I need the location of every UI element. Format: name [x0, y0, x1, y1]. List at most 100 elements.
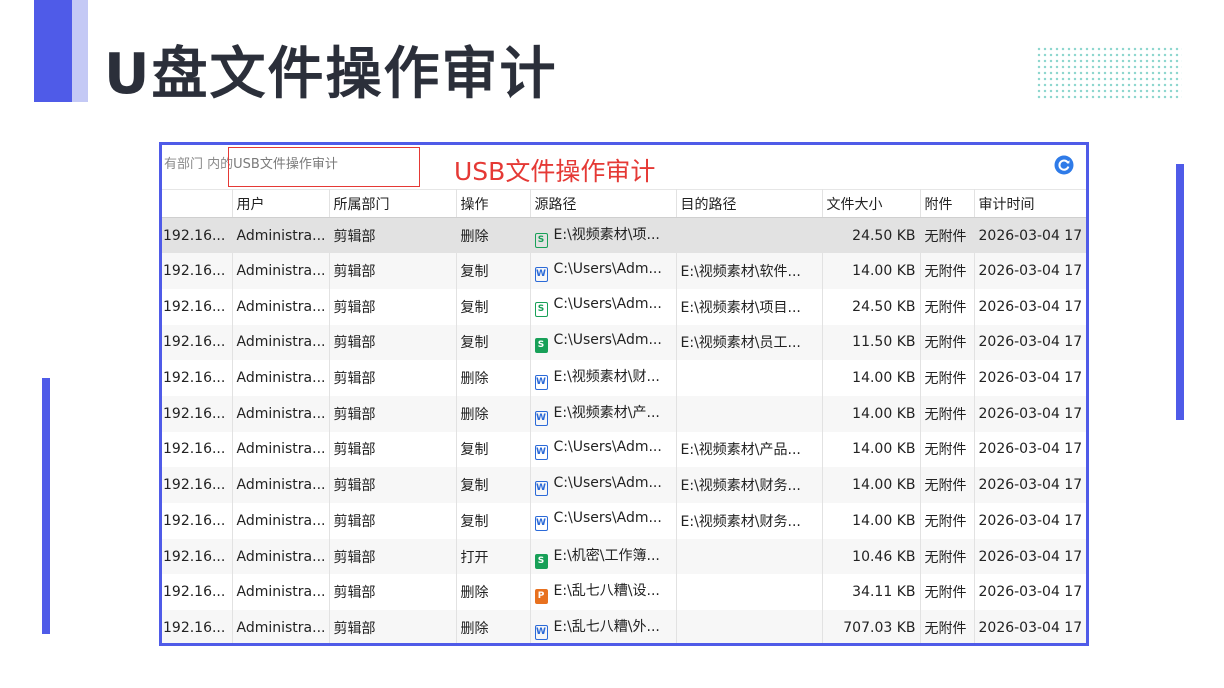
- table-row[interactable]: 192.16... Administra... 剪辑部 复制 W C:\Users\Adm…: [162, 253, 1086, 289]
- spreadsheet-file-icon: S: [534, 553, 548, 569]
- cell-department: 剪辑部: [329, 538, 457, 575]
- table-row[interactable]: 192.16... Administra... 剪辑部 复制 W C:\Users\Adm…: [162, 431, 1086, 468]
- source-path-text: E:\视频素材\产...: [553, 404, 660, 421]
- cell-ip: 192.16...: [162, 538, 233, 575]
- cell-operation: 复制: [456, 503, 531, 539]
- cell-destination-path: E:\视频素材\产品...: [676, 431, 823, 468]
- cell-ip: 192.16...: [162, 360, 233, 396]
- table-row[interactable]: 192.16... Administra... 剪辑部 复制 S C:\Users\Adm…: [162, 324, 1086, 361]
- cell-file-size: 10.46 KB: [822, 538, 921, 575]
- cell-user: Administra...: [232, 395, 330, 432]
- cell-department: 剪辑部: [329, 253, 457, 289]
- cell-attachment: 无附件: [920, 217, 975, 254]
- word-file-icon: W: [534, 266, 548, 282]
- cell-destination-path: [676, 217, 823, 254]
- annotation-label: USB文件操作审计: [454, 157, 656, 186]
- cell-file-size: 14.00 KB: [822, 431, 921, 468]
- cell-destination-path: E:\视频素材\软件...: [676, 253, 823, 289]
- table-row[interactable]: 192.16... Administra... 剪辑部 删除 W E:\视频素材\产...…: [162, 395, 1086, 432]
- cell-file-size: 24.50 KB: [822, 217, 921, 254]
- column-header-file-size[interactable]: 文件大小: [822, 189, 921, 218]
- column-header-user[interactable]: 用户: [232, 189, 330, 218]
- cell-department: 剪辑部: [329, 395, 457, 432]
- word-file-icon: W: [534, 480, 548, 496]
- cell-ip: 192.16...: [162, 431, 233, 468]
- cell-user: Administra...: [232, 431, 330, 468]
- word-file-icon: W: [534, 444, 548, 460]
- cell-source-path: W E:\视频素材\产...: [530, 395, 677, 432]
- cell-operation: 复制: [456, 324, 531, 361]
- cell-ip: 192.16...: [162, 610, 233, 643]
- cell-audit-time: 2026-03-04 17: [974, 253, 1086, 289]
- cell-attachment: 无附件: [920, 467, 975, 503]
- cell-department: 剪辑部: [329, 360, 457, 396]
- table-row[interactable]: 192.16... Administra... 剪辑部 复制 W C:\Users\Adm…: [162, 503, 1086, 539]
- column-header-operation[interactable]: 操作: [456, 189, 531, 218]
- refresh-icon[interactable]: [1054, 155, 1074, 175]
- cell-source-path: W C:\Users\Adm...: [530, 253, 677, 289]
- table-row[interactable]: 192.16... Administra... 剪辑部 删除 P E:\乱七八糟\设...…: [162, 574, 1086, 611]
- cell-ip: 192.16...: [162, 217, 233, 254]
- spreadsheet-file-icon: S: [534, 337, 548, 353]
- cell-source-path: W C:\Users\Adm...: [530, 431, 677, 468]
- source-path-text: E:\机密\工作簿...: [553, 547, 660, 564]
- spreadsheet-file-icon: S: [534, 232, 548, 248]
- cell-source-path: S E:\机密\工作簿...: [530, 538, 677, 575]
- table-row[interactable]: 192.16... Administra... 剪辑部 打开 S E:\机密\工作簿...…: [162, 538, 1086, 575]
- cell-audit-time: 2026-03-04 17: [974, 467, 1086, 503]
- word-file-icon: W: [534, 375, 548, 391]
- source-path-text: C:\Users\Adm...: [553, 296, 662, 313]
- cell-audit-time: 2026-03-04 17: [974, 360, 1086, 396]
- cell-department: 剪辑部: [329, 574, 457, 611]
- cell-ip: 192.16...: [162, 288, 233, 325]
- cell-user: Administra...: [232, 288, 330, 325]
- spreadsheet-file-icon: S: [534, 302, 548, 318]
- column-header-department[interactable]: 所属部门: [329, 189, 457, 218]
- left-accent-bar: [42, 378, 50, 634]
- page-title: U盘文件操作审计: [104, 42, 558, 107]
- table-row[interactable]: 192.16... Administra... 剪辑部 复制 W C:\Users\Adm…: [162, 467, 1086, 503]
- column-header-audit-time[interactable]: 审计时间: [974, 189, 1086, 218]
- column-header-source-path[interactable]: 源路径: [530, 189, 677, 218]
- cell-ip: 192.16...: [162, 324, 233, 361]
- table-row[interactable]: 192.16... Administra... 剪辑部 删除 W E:\视频素材\财...…: [162, 360, 1086, 396]
- cell-operation: 复制: [456, 467, 531, 503]
- cell-operation: 复制: [456, 253, 531, 289]
- cell-attachment: 无附件: [920, 610, 975, 643]
- cell-ip: 192.16...: [162, 253, 233, 289]
- cell-ip: 192.16...: [162, 574, 233, 611]
- cell-source-path: W E:\视频素材\财...: [530, 360, 677, 396]
- cell-file-size: 11.50 KB: [822, 324, 921, 361]
- source-path-text: E:\视频素材\项...: [553, 226, 660, 243]
- cell-department: 剪辑部: [329, 431, 457, 468]
- table-row[interactable]: 192.16... Administra... 剪辑部 删除 S E:\视频素材\项...…: [162, 217, 1086, 254]
- table-header-row: 用户 所属部门 操作 源路径 目的路径 文件大小 附件 审计时间: [162, 189, 1086, 218]
- cell-file-size: 34.11 KB: [822, 574, 921, 611]
- cell-department: 剪辑部: [329, 288, 457, 325]
- column-header-destination-path[interactable]: 目的路径: [676, 189, 823, 218]
- highlight-box: [228, 147, 420, 187]
- cell-attachment: 无附件: [920, 395, 975, 432]
- cell-file-size: 14.00 KB: [822, 253, 921, 289]
- cell-user: Administra...: [232, 217, 330, 254]
- cell-source-path: S C:\Users\Adm...: [530, 288, 677, 325]
- cell-attachment: 无附件: [920, 324, 975, 361]
- table-row[interactable]: 192.16... Administra... 剪辑部 删除 W E:\乱七八糟\外...…: [162, 610, 1086, 643]
- cell-file-size: 14.00 KB: [822, 395, 921, 432]
- cell-operation: 删除: [456, 610, 531, 643]
- cell-user: Administra...: [232, 324, 330, 361]
- cell-user: Administra...: [232, 360, 330, 396]
- cell-source-path: W C:\Users\Adm...: [530, 467, 677, 503]
- column-header-attachment[interactable]: 附件: [920, 189, 975, 218]
- column-header-ip[interactable]: [162, 189, 233, 218]
- cell-audit-time: 2026-03-04 17: [974, 324, 1086, 361]
- cell-department: 剪辑部: [329, 217, 457, 254]
- table-row[interactable]: 192.16... Administra... 剪辑部 复制 S C:\Users\Adm…: [162, 288, 1086, 325]
- source-path-text: C:\Users\Adm...: [553, 260, 662, 277]
- cell-operation: 复制: [456, 431, 531, 468]
- cell-file-size: 14.00 KB: [822, 360, 921, 396]
- cell-audit-time: 2026-03-04 17: [974, 503, 1086, 539]
- cell-ip: 192.16...: [162, 467, 233, 503]
- cell-audit-time: 2026-03-04 17: [974, 538, 1086, 575]
- cell-audit-time: 2026-03-04 17: [974, 217, 1086, 254]
